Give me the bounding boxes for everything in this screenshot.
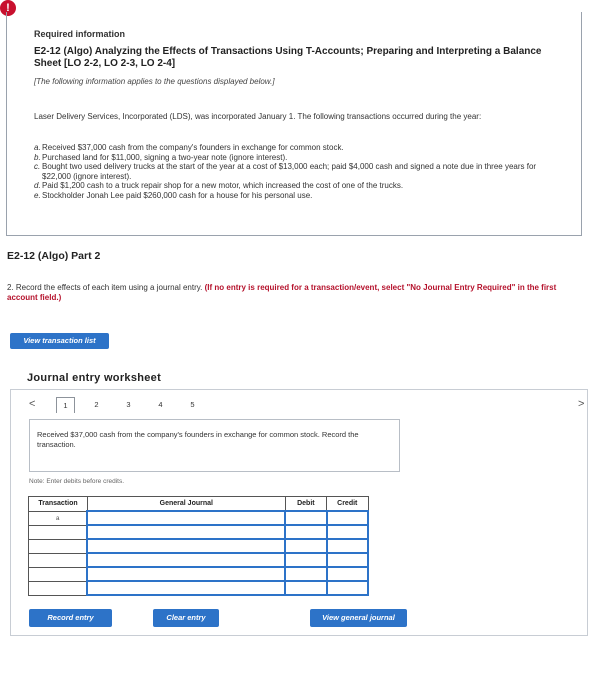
- part-title: E2-12 (Algo) Part 2: [7, 250, 101, 262]
- account-field[interactable]: [86, 566, 287, 582]
- instructions: 2. Record the effects of each item using…: [7, 283, 582, 303]
- table-row: [28, 538, 370, 554]
- table-row: [28, 524, 370, 540]
- transaction-item: b. Purchased land for $11,000, signing a…: [34, 153, 564, 163]
- debit-field[interactable]: [284, 524, 328, 540]
- debit-field[interactable]: [284, 552, 328, 568]
- clear-entry-button[interactable]: Clear entry: [153, 609, 219, 627]
- journal-header-row: Transaction General Journal Debit Credit: [28, 496, 369, 512]
- transaction-letter: d.: [34, 181, 41, 190]
- debit-field[interactable]: [284, 510, 328, 526]
- transaction-text: Purchased land for $11,000, signing a tw…: [42, 152, 288, 162]
- credit-field[interactable]: [325, 538, 370, 554]
- chevron-right-icon[interactable]: >: [578, 397, 584, 411]
- transaction-text: Received $37,000 cash from the company's…: [42, 143, 344, 152]
- credit-field[interactable]: [325, 524, 370, 540]
- column-header-transaction: Transaction: [28, 496, 88, 512]
- transaction-description: Received $37,000 cash from the company's…: [29, 419, 400, 472]
- account-field[interactable]: [86, 524, 287, 540]
- credit-field[interactable]: [325, 566, 370, 582]
- transaction-item: d. Paid $1,200 cash to a truck repair sh…: [34, 181, 564, 191]
- table-row: a: [28, 510, 370, 526]
- instruction-number: 2.: [7, 283, 14, 292]
- transaction-text: Bought two used delivery trucks at the s…: [42, 162, 537, 181]
- credit-field[interactable]: [325, 580, 370, 596]
- debit-field[interactable]: [284, 580, 328, 596]
- journal-table: Transaction General Journal Debit Credit…: [28, 496, 370, 596]
- problem-intro: Laser Delivery Services, Incorporated (L…: [34, 112, 482, 121]
- transaction-text: Stockholder Jonah Lee paid $260,000 cash…: [42, 190, 313, 200]
- transaction-item: c. Bought two used delivery trucks at th…: [34, 162, 564, 181]
- table-row: [28, 580, 370, 596]
- debit-field[interactable]: [284, 538, 328, 554]
- transaction-cell: a: [28, 510, 88, 526]
- instruction-text: Record the effects of each item using a …: [15, 283, 203, 292]
- page-tab-2[interactable]: 2: [87, 397, 106, 413]
- transaction-cell: [28, 524, 88, 540]
- record-entry-button[interactable]: Record entry: [29, 609, 112, 627]
- account-field[interactable]: [86, 580, 287, 596]
- account-field[interactable]: [86, 538, 287, 554]
- transaction-letter: b.: [34, 152, 41, 162]
- worksheet-pager: < 1 2 3 4 5 >: [27, 397, 591, 413]
- page-tab-1[interactable]: 1: [56, 397, 75, 413]
- transaction-text: Paid $1,200 cash to a truck repair shop …: [42, 181, 404, 190]
- account-field[interactable]: [86, 510, 287, 526]
- column-header-credit: Credit: [326, 496, 369, 512]
- column-header-general-journal: General Journal: [86, 496, 286, 512]
- page-tab-5[interactable]: 5: [183, 397, 202, 413]
- transaction-cell: [28, 566, 88, 582]
- debit-credit-note: Note: Enter debits before credits.: [29, 478, 125, 485]
- transaction-item: e. Stockholder Jonah Lee paid $260,000 c…: [34, 191, 564, 201]
- account-field[interactable]: [86, 552, 287, 568]
- transaction-letter: c.: [34, 162, 41, 171]
- required-info-heading: Required information: [34, 29, 126, 39]
- page-tab-3[interactable]: 3: [119, 397, 138, 413]
- debit-field[interactable]: [284, 566, 328, 582]
- transaction-list: a. Received $37,000 cash from the compan…: [34, 143, 564, 200]
- chevron-left-icon[interactable]: <: [29, 397, 35, 411]
- view-general-journal-button[interactable]: View general journal: [310, 609, 407, 627]
- credit-field[interactable]: [325, 552, 370, 568]
- column-header-debit: Debit: [284, 496, 328, 512]
- transaction-item: a. Received $37,000 cash from the compan…: [34, 143, 564, 153]
- credit-field[interactable]: [325, 510, 370, 526]
- table-row: [28, 552, 370, 568]
- problem-title: E2-12 (Algo) Analyzing the Effects of Tr…: [34, 46, 542, 69]
- transaction-letter: a.: [34, 143, 41, 152]
- table-row: [28, 566, 370, 582]
- view-transaction-list-button[interactable]: View transaction list: [10, 333, 109, 349]
- page-tab-4[interactable]: 4: [151, 397, 170, 413]
- transaction-letter: e.: [34, 190, 41, 200]
- transaction-cell: [28, 538, 88, 554]
- applies-note: [The following information applies to th…: [34, 77, 275, 86]
- transaction-cell: [28, 552, 88, 568]
- transaction-cell: [28, 580, 88, 596]
- worksheet-title: Journal entry worksheet: [27, 372, 162, 384]
